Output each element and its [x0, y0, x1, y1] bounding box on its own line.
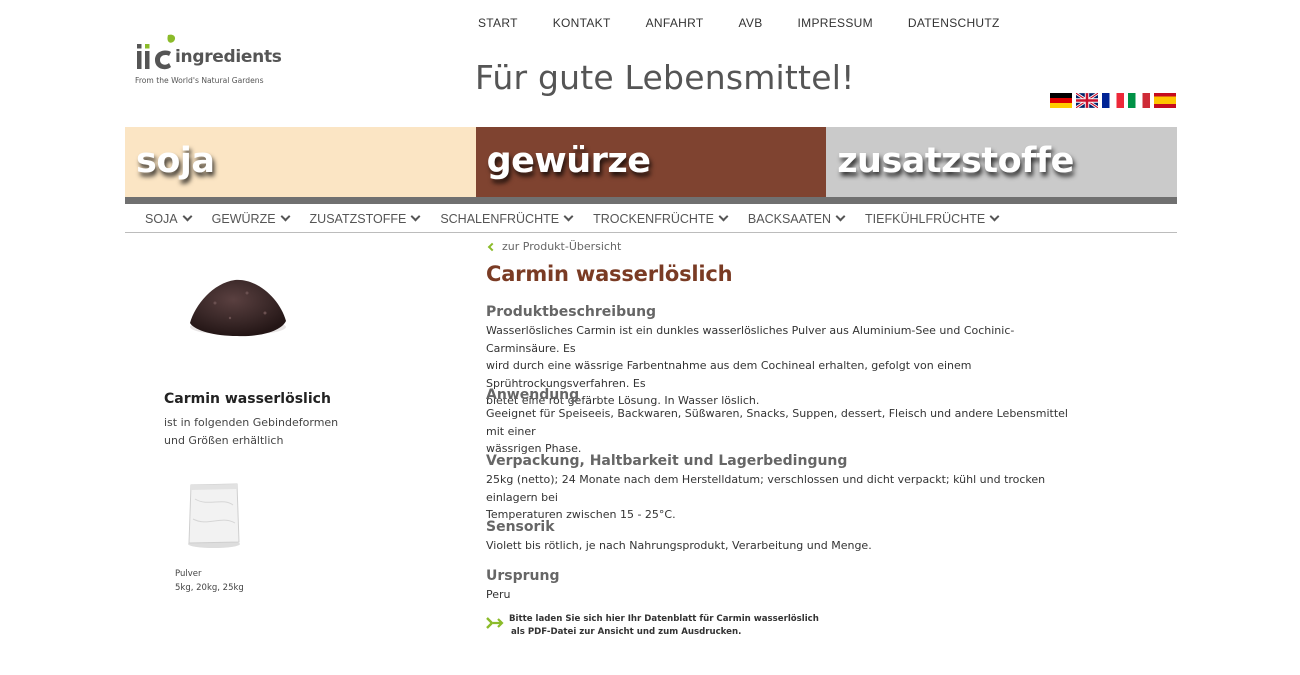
- subnav-trockenfruechte[interactable]: TROCKENFRÜCHTE: [593, 205, 729, 232]
- chevron-down-icon: [718, 211, 729, 222]
- chevron-down-icon: [280, 211, 290, 222]
- subnav-backsaaten-label: BACKSAATEN: [747, 211, 832, 226]
- chevron-down-icon: [410, 211, 421, 222]
- category-banners: soja gewürze zusatzstoffe: [125, 127, 1177, 197]
- subnav-gewuerze-label: GEWÜRZE: [211, 211, 276, 226]
- subnav-zusatzstoffe[interactable]: ZUSATZSTOFFE: [309, 205, 421, 232]
- section-text-line: Peru: [486, 588, 511, 601]
- subnav-soja-label: SOJA: [145, 211, 178, 226]
- package-bag-image: [183, 479, 245, 549]
- top-nav: START KONTAKT ANFAHRT AVB IMPRESSUM DATE…: [478, 16, 1000, 30]
- section-text-line: 25kg (netto); 24 Monate nach dem Herstel…: [486, 473, 1046, 504]
- logo-mark-icon: [137, 34, 176, 70]
- banner-divider: [125, 197, 1177, 204]
- category-soja[interactable]: soja: [125, 127, 476, 197]
- logo-tagline: From the World's Natural Gardens: [135, 76, 264, 85]
- section-verpackung: Verpackung, Haltbarkeit und Lagerbedingu…: [486, 452, 1086, 524]
- section-text-line: Geeignet für Speiseeis, Backwaren, Süßwa…: [486, 407, 1068, 438]
- section-heading: Verpackung, Haltbarkeit und Lagerbedingu…: [486, 453, 848, 469]
- package-info: Pulver 5kg, 20kg, 25kg: [175, 568, 244, 595]
- product-title: Carmin wasserlöslich: [486, 262, 733, 286]
- product-image: [185, 263, 290, 343]
- double-chevron-right-icon: [486, 614, 504, 629]
- download-line: Bitte laden Sie sich hier Ihr Datenblatt…: [509, 614, 819, 624]
- nav-impressum-link[interactable]: IMPRESSUM: [798, 16, 873, 30]
- nav-avb-link[interactable]: AVB: [739, 16, 763, 30]
- subnav-soja[interactable]: SOJA: [145, 205, 193, 232]
- flag-it-icon[interactable]: [1128, 93, 1150, 108]
- flag-de-icon[interactable]: [1050, 93, 1072, 108]
- section-sensorik: Sensorik Violett bis rötlich, je nach Na…: [486, 518, 1086, 555]
- section-heading: Produktbeschreibung: [486, 304, 657, 320]
- sidebar-description: ist in folgenden Gebindeformen und Größe…: [164, 414, 364, 449]
- subnav-trockenfruechte-label: TROCKENFRÜCHTE: [593, 211, 714, 226]
- nav-anfahrt-link[interactable]: ANFAHRT: [646, 16, 704, 30]
- chevron-down-icon: [835, 211, 846, 222]
- sidebar-desc-line: ist in folgenden Gebindeformen: [164, 416, 339, 429]
- section-text-line: Violett bis rötlich, je nach Nahrungspro…: [486, 539, 872, 552]
- section-heading: Ursprung: [486, 568, 560, 584]
- section-heading: Anwendung: [486, 387, 580, 403]
- sidebar-product-title: Carmin wasserlöslich: [164, 391, 331, 407]
- flag-fr-icon[interactable]: [1102, 93, 1124, 108]
- category-gewuerze-label: gewürze: [486, 141, 651, 181]
- flag-en-icon[interactable]: [1075, 91, 1099, 110]
- nav-kontakt-link[interactable]: KONTAKT: [553, 16, 611, 30]
- flag-es-icon[interactable]: [1154, 93, 1176, 108]
- site-logo[interactable]: ingredients From the World's Natural Gar…: [135, 32, 282, 90]
- category-gewuerze[interactable]: gewürze: [475, 127, 827, 197]
- category-soja-label: soja: [136, 141, 215, 181]
- back-to-overview-link[interactable]: zur Produkt-Übersicht: [486, 240, 621, 253]
- category-zusatzstoffe[interactable]: zusatzstoffe: [826, 127, 1177, 197]
- subnav-tiefkuehlfruechte[interactable]: TIEFKÜHLFRÜCHTE: [865, 205, 1000, 232]
- section-text-line: Wasserlösliches Carmin ist ein dunkles w…: [486, 324, 1015, 355]
- subnav-schalenfruechte-label: SCHALENFRÜCHTE: [440, 211, 560, 226]
- subnav-schalenfruechte[interactable]: SCHALENFRÜCHTE: [440, 205, 574, 232]
- back-link-label: zur Produkt-Übersicht: [502, 240, 622, 253]
- subnav-backsaaten[interactable]: BACKSAATEN: [747, 205, 846, 232]
- download-line: als PDF-Datei zur Ansicht und zum Ausdru…: [511, 627, 742, 637]
- nav-datenschutz-link[interactable]: DATENSCHUTZ: [908, 16, 1000, 30]
- package-sizes: 5kg, 20kg, 25kg: [175, 582, 244, 593]
- subnav-zusatzstoffe-label: ZUSATZSTOFFE: [309, 211, 407, 226]
- subnav-tiefkuehlfruechte-label: TIEFKÜHLFRÜCHTE: [865, 211, 986, 226]
- chevron-down-icon: [989, 211, 1000, 222]
- category-zusatzstoffe-label: zusatzstoffe: [837, 141, 1074, 181]
- chevron-down-icon: [563, 211, 574, 222]
- subnav-gewuerze[interactable]: GEWÜRZE: [211, 205, 290, 232]
- chevron-down-icon: [182, 211, 193, 222]
- section-ursprung: Ursprung Peru: [486, 567, 1086, 604]
- sidebar-desc-line: und Größen erhältlich: [164, 433, 284, 447]
- nav-start-link[interactable]: START: [478, 16, 518, 30]
- datasheet-download-link[interactable]: Bitte laden Sie sich hier Ihr Datenblatt…: [486, 613, 819, 639]
- page-slogan: Für gute Lebensmittel!: [475, 58, 855, 97]
- section-heading: Sensorik: [486, 519, 555, 535]
- sub-nav: SOJA GEWÜRZE ZUSATZSTOFFE SCHALENFRÜCHTE…: [125, 205, 1177, 233]
- datasheet-download-text: Bitte laden Sie sich hier Ihr Datenblatt…: [509, 613, 819, 639]
- language-switcher: [1050, 91, 1176, 110]
- section-anwendung: Anwendung Geeignet für Speiseeis, Backwa…: [486, 386, 1086, 458]
- package-type: Pulver: [175, 569, 202, 579]
- logo-brand-text: ingredients: [175, 47, 282, 67]
- chevron-left-icon: [487, 242, 497, 251]
